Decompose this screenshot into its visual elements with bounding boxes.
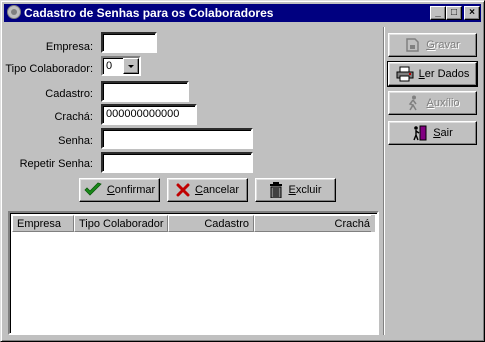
cadastro-field[interactable] <box>101 81 189 102</box>
column-header-cadastro[interactable]: Cadastro <box>168 215 254 232</box>
window-title: Cadastro de Senhas para os Colaboradores <box>24 6 274 20</box>
tipo-colaborador-select[interactable]: 0 <box>101 56 141 76</box>
checkmark-icon <box>84 182 102 196</box>
senhas-table[interactable]: Empresa Tipo Colaborador Cadastro Crachá <box>8 211 379 335</box>
tipo-colaborador-value: 0 <box>106 60 113 72</box>
cracha-field[interactable]: 000000000000 <box>101 104 197 125</box>
title-bar[interactable]: Cadastro de Senhas para os Colaboradores… <box>4 4 481 22</box>
senha-field[interactable] <box>101 128 253 149</box>
ler-dados-button[interactable]: Ler Dados <box>387 61 478 87</box>
printer-icon <box>396 66 414 82</box>
vertical-divider <box>383 27 385 335</box>
minimize-icon: _ <box>435 7 441 18</box>
auxilio-label: Auxílio <box>426 97 460 109</box>
close-icon: × <box>469 7 475 18</box>
minimize-button[interactable]: _ <box>430 6 446 20</box>
empresa-field[interactable] <box>101 32 157 53</box>
cracha-label: Crachá: <box>54 111 93 123</box>
column-header-empresa[interactable]: Empresa <box>12 215 74 232</box>
senha-label: Senha: <box>58 135 93 147</box>
repetir-senha-field[interactable] <box>101 152 253 173</box>
system-menu-icon[interactable] <box>7 5 21 19</box>
sair-label: Sair <box>433 127 453 139</box>
main-window: Cadastro de Senhas para os Colaboradores… <box>0 0 485 342</box>
ler-dados-label: Ler Dados <box>418 68 470 80</box>
cadastro-label: Cadastro: <box>45 88 93 100</box>
maximize-icon: □ <box>450 7 458 18</box>
table-header: Empresa Tipo Colaborador Cadastro Crachá <box>12 215 375 232</box>
sair-button[interactable]: Sair <box>388 121 477 145</box>
header-scroll-stub <box>371 215 375 232</box>
chevron-down-icon[interactable] <box>123 58 139 74</box>
trash-icon <box>270 182 283 198</box>
gravar-button[interactable]: Gravar <box>388 33 477 57</box>
gravar-label: Gravar <box>426 39 460 51</box>
tipo-colaborador-label: Tipo Colaborador: <box>5 63 93 75</box>
help-figure-icon <box>409 95 418 111</box>
empresa-label: Empresa: <box>45 41 93 53</box>
close-button[interactable]: × <box>464 6 480 20</box>
column-header-cracha[interactable]: Crachá <box>254 215 375 232</box>
auxilio-button[interactable]: Auxílio <box>388 91 477 115</box>
confirmar-button[interactable]: Confirmar <box>79 178 160 202</box>
cancelar-button[interactable]: Cancelar <box>167 178 248 202</box>
cancelar-label: Cancelar <box>194 184 240 196</box>
column-header-tipo-colaborador[interactable]: Tipo Colaborador <box>74 215 168 232</box>
confirmar-label: Confirmar <box>106 184 156 196</box>
maximize-button[interactable]: □ <box>446 6 462 20</box>
cancel-x-icon <box>176 183 190 197</box>
excluir-label: Excluir <box>288 184 322 196</box>
excluir-button[interactable]: Excluir <box>255 178 336 202</box>
repetir-senha-label: Repetir Senha: <box>19 158 93 170</box>
exit-door-icon <box>413 125 427 141</box>
save-icon <box>406 38 419 52</box>
